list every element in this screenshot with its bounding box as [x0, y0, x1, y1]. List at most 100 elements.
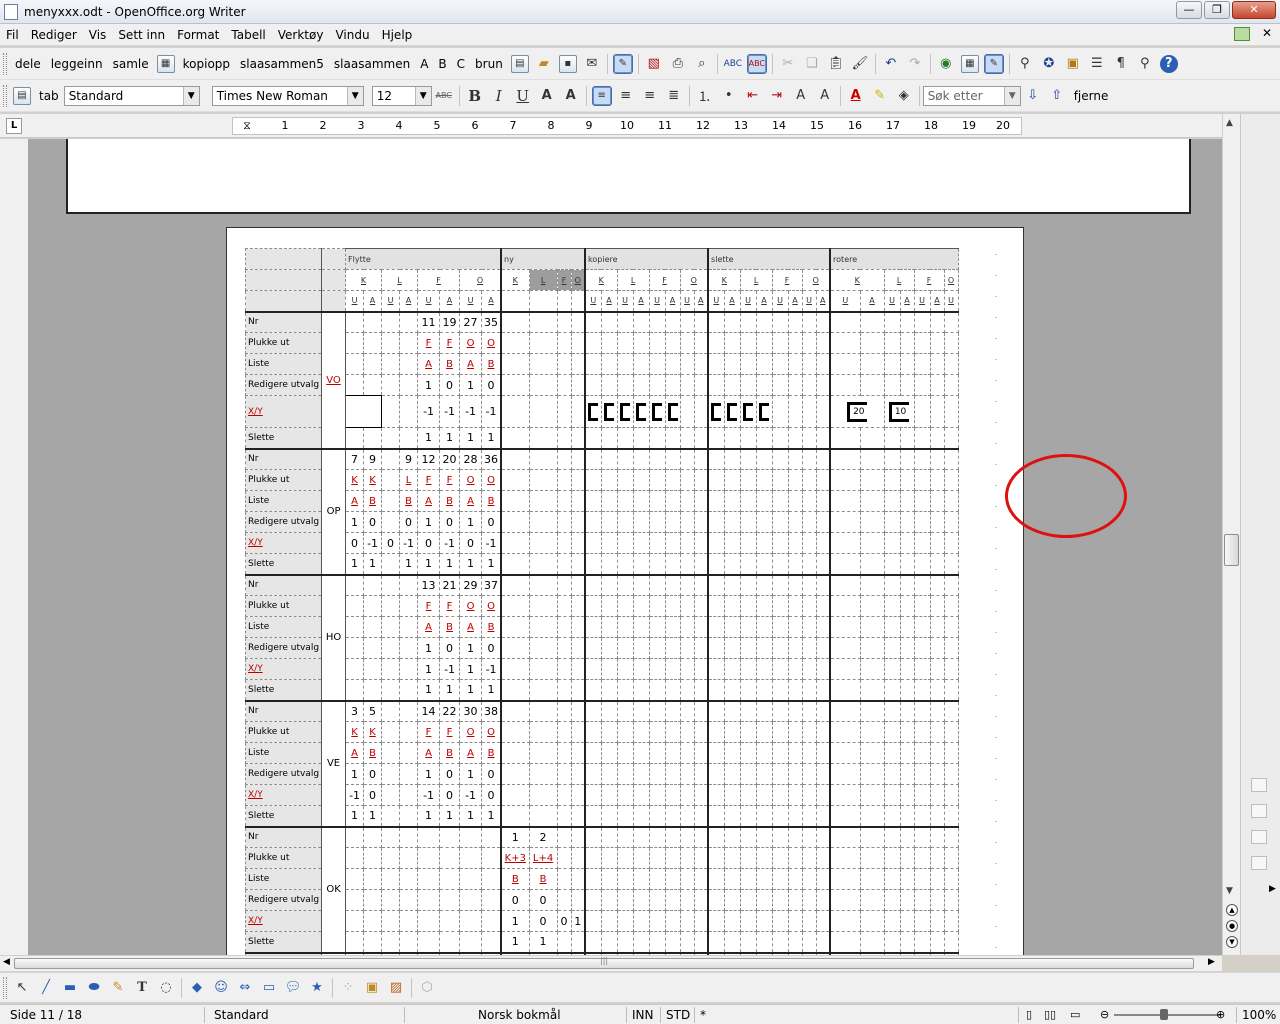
- table-cell[interactable]: [584, 573, 602, 596]
- table-cell[interactable]: [739, 573, 757, 596]
- table-cell[interactable]: [693, 847, 709, 869]
- macro-brun[interactable]: brun: [470, 57, 508, 71]
- table-cell[interactable]: 1: [417, 374, 441, 396]
- table-cell[interactable]: [664, 742, 681, 764]
- extrusion-icon[interactable]: ⬡: [418, 979, 436, 997]
- menu-vindu[interactable]: Vindu: [329, 28, 375, 42]
- table-cell[interactable]: [739, 931, 757, 953]
- table-cell[interactable]: 0: [481, 763, 502, 785]
- table-cell[interactable]: [755, 511, 773, 533]
- table-cell[interactable]: [648, 532, 666, 554]
- table-cell[interactable]: [739, 374, 757, 396]
- table-cell[interactable]: [801, 573, 817, 596]
- table-cell[interactable]: [664, 395, 681, 428]
- table-cell[interactable]: [943, 742, 959, 764]
- help-icon[interactable]: ?: [1159, 54, 1178, 73]
- table-cell[interactable]: [584, 825, 602, 848]
- table-cell[interactable]: [723, 511, 741, 533]
- table-cell[interactable]: [648, 721, 666, 743]
- table-cell[interactable]: [739, 825, 757, 848]
- table-cell[interactable]: [771, 910, 789, 932]
- table-cell[interactable]: [679, 427, 695, 449]
- hyperlink-icon[interactable]: ◉: [937, 55, 955, 73]
- table-cell[interactable]: [859, 658, 885, 680]
- table-cell[interactable]: 1: [439, 427, 461, 449]
- table-cell[interactable]: [755, 889, 773, 911]
- table-cell[interactable]: [829, 805, 861, 827]
- table-cell[interactable]: [584, 721, 602, 743]
- table-cell[interactable]: [739, 553, 757, 575]
- table-cell[interactable]: [616, 742, 634, 764]
- table-cell[interactable]: [399, 679, 419, 701]
- table-cell[interactable]: [648, 595, 666, 617]
- table-cell[interactable]: [648, 374, 666, 396]
- find-previous-icon[interactable]: ⇧: [1048, 87, 1066, 105]
- table-cell[interactable]: [600, 763, 618, 785]
- table-cell[interactable]: [739, 637, 757, 659]
- table-cell[interactable]: [648, 332, 666, 354]
- table-cell[interactable]: 13: [417, 573, 441, 596]
- table-cell[interactable]: [929, 742, 945, 764]
- table-cell[interactable]: [616, 931, 634, 953]
- table-cell[interactable]: [723, 699, 741, 722]
- table-cell[interactable]: [693, 868, 709, 890]
- zoom-slider-handle[interactable]: [1160, 1009, 1168, 1020]
- table-cell[interactable]: [693, 511, 709, 533]
- table-cell[interactable]: [859, 699, 885, 722]
- table-cell[interactable]: [363, 679, 383, 701]
- table-cell[interactable]: [859, 847, 885, 869]
- table-cell[interactable]: 11: [417, 310, 441, 333]
- table-cell[interactable]: [739, 763, 757, 785]
- justify-icon[interactable]: ≣: [665, 87, 683, 105]
- table-cell[interactable]: [600, 742, 618, 764]
- table-cell[interactable]: [381, 910, 401, 932]
- table-cell[interactable]: [584, 784, 602, 806]
- table-cell[interactable]: -1: [439, 395, 461, 428]
- table-cell[interactable]: [883, 490, 901, 512]
- table-cell[interactable]: [723, 595, 741, 617]
- table-cell[interactable]: [381, 427, 401, 449]
- table-cell[interactable]: [723, 763, 741, 785]
- table-cell[interactable]: [363, 573, 383, 596]
- table-cell[interactable]: [829, 847, 861, 869]
- table-cell[interactable]: [381, 595, 401, 617]
- table-cell[interactable]: 0: [439, 784, 461, 806]
- table-cell[interactable]: [570, 763, 586, 785]
- font-color-icon[interactable]: A: [847, 87, 865, 105]
- table-cell[interactable]: [771, 825, 789, 848]
- table-cell[interactable]: [584, 532, 602, 554]
- table-cell[interactable]: [815, 805, 831, 827]
- table-cell[interactable]: [556, 637, 572, 659]
- table-cell[interactable]: [815, 784, 831, 806]
- table-cell[interactable]: [600, 511, 618, 533]
- table-cell[interactable]: 0: [363, 511, 383, 533]
- table-cell[interactable]: [913, 763, 931, 785]
- table-cell[interactable]: [755, 553, 773, 575]
- table-cell[interactable]: [815, 825, 831, 848]
- table-cell[interactable]: [739, 447, 757, 470]
- table-cell[interactable]: -1: [439, 532, 461, 554]
- table-cell[interactable]: [679, 931, 695, 953]
- table-cell[interactable]: [632, 868, 650, 890]
- table-cell[interactable]: [883, 742, 901, 764]
- table-cell[interactable]: [616, 595, 634, 617]
- zoom-out-icon[interactable]: ⊖: [1100, 1008, 1109, 1021]
- table-cell[interactable]: [664, 595, 681, 617]
- table-cell[interactable]: [815, 658, 831, 680]
- table-cell[interactable]: [500, 658, 530, 680]
- navigation-icon[interactable]: ●: [1226, 920, 1238, 932]
- table-cell[interactable]: [600, 532, 618, 554]
- table-cell[interactable]: [345, 353, 365, 375]
- table-cell[interactable]: [899, 931, 915, 953]
- table-cell[interactable]: [801, 447, 817, 470]
- table-cell[interactable]: [616, 427, 634, 449]
- table-cell[interactable]: [632, 721, 650, 743]
- table-cell[interactable]: [929, 447, 945, 470]
- table-cell[interactable]: [693, 931, 709, 953]
- table-cell[interactable]: [929, 511, 945, 533]
- table-cell[interactable]: [899, 742, 915, 764]
- table-cell[interactable]: [500, 490, 530, 512]
- table-cell[interactable]: [664, 868, 681, 890]
- table-cell[interactable]: [556, 532, 572, 554]
- table-cell[interactable]: [829, 553, 861, 575]
